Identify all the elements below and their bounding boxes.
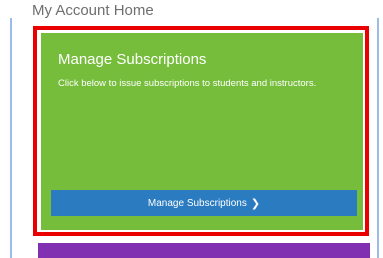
next-card[interactable] (38, 243, 370, 258)
frame-left-border (10, 18, 12, 258)
manage-subscriptions-button[interactable]: Manage Subscriptions ❯ (51, 190, 357, 216)
frame-right-border (377, 18, 379, 258)
card-title: Manage Subscriptions (58, 51, 207, 68)
button-label: Manage Subscriptions (147, 197, 247, 209)
card-description: Click below to issue subscriptions to st… (58, 78, 317, 89)
page-frame: My Account Home Manage Subscriptions Cli… (0, 0, 383, 258)
chevron-right-icon: ❯ (250, 197, 261, 210)
page-title: My Account Home (32, 2, 154, 19)
